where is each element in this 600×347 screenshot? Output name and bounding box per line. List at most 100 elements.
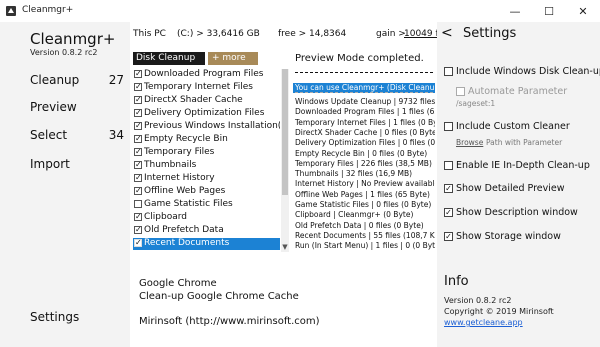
checkbox[interactable] [444,67,453,76]
checkbox[interactable]: ✓ [134,83,142,91]
cleanup-item[interactable]: ✓ Clipboard [133,212,280,224]
preview-line: Windows Update Cleanup | 9732 files (213 [295,97,435,106]
info-link[interactable]: www.getcleane.app [444,318,523,327]
cleanup-item-label: Downloaded Program Files [144,69,264,79]
checkbox[interactable]: ✓ [134,213,142,221]
cleanup-list: ✓ Downloaded Program Files ✓ Temporary Inte… [133,69,280,252]
sageset-field[interactable]: /sageset:1 [456,99,495,108]
cleanup-item-label: Thumbnails [144,160,197,170]
preview-line: Offline Web Pages | 1 files (65 Byte) [295,189,430,199]
info-version: Version 0.8.2 rc2 [444,296,512,305]
cleanup-item[interactable]: ✓ Previous Windows Installation(s) [133,121,280,133]
preview-line: Empty Recycle Bin | 0 files (0 Byte) [295,148,428,158]
checkbox[interactable] [134,200,142,208]
broom-icon [6,6,16,16]
list-scrollbar[interactable]: ▼ [281,69,289,252]
nav-select-count: 34 [108,128,124,142]
arrow-left-icon[interactable]: < [441,25,453,41]
checkbox[interactable]: ✓ [134,187,142,195]
gain-label: gain > [376,29,406,39]
settings-panel: < Settings Include Windows Disk Clean-up… [437,22,600,347]
sidebar: Cleanmgr+ Version 0.8.2 rc2 Cleanup 27 P… [0,22,130,347]
cleanup-item-label: Temporary Internet Files [144,82,253,92]
settings-option-label: Automate Parameter [468,86,568,97]
checkbox[interactable]: ✓ [134,148,142,156]
preview-line: Old Prefetch Data | 0 files (0 Byte) [295,220,424,230]
checkbox[interactable]: ✓ [134,226,142,234]
more-button[interactable]: + more [208,52,258,65]
cleanup-item[interactable]: ✓ Empty Recycle Bin [133,134,280,146]
cleanup-item[interactable]: Game Statistic Files [133,199,280,211]
minimize-button[interactable]: — [498,0,532,22]
preview-output: You can use Cleanmgr+ (Disk Cleanup data… [293,72,435,254]
checkbox[interactable]: ✓ [134,161,142,169]
checkbox[interactable] [444,122,453,131]
settings-title: Settings [463,26,517,41]
cleanup-item-label: Game Statistic Files [144,199,233,209]
app-version: Version 0.8.2 rc2 [30,48,98,57]
cleanup-item[interactable]: ✓ Internet History [133,173,280,185]
preview-status: Preview Mode completed. [295,53,424,64]
storage-stats: This PC (C:) > 33,6416 GB free > 14,8364… [133,29,444,43]
scroll-thumb[interactable] [282,69,288,195]
cleanup-item[interactable]: ✓ Delivery Optimization Files [133,108,280,120]
cleanup-item[interactable]: ✓ Old Prefetch Data [133,225,280,237]
cleanup-item[interactable]: ✓ Temporary Files [133,147,280,159]
cleanup-item-label: Internet History [144,173,215,183]
nav-cleanup[interactable]: Cleanup 27 [30,73,124,87]
checkbox[interactable]: ✓ [134,109,142,117]
close-button[interactable]: ✕ [566,0,600,22]
preview-line: Downloaded Program Files | 1 files (65 B… [295,107,435,117]
cleanup-item[interactable]: ✓ Downloaded Program Files [133,69,280,81]
nav-import-label: Import [30,157,70,171]
settings-option-label: Show Detailed Preview [456,183,565,194]
checkbox[interactable]: ✓ [134,239,142,247]
cleanup-item-label: Empty Recycle Bin [144,134,228,144]
nav-import[interactable]: Import [30,157,124,171]
checkbox[interactable]: ✓ [444,208,453,217]
preview-line: Clipboard | Cleanmgr+ (0 Byte) [295,210,414,220]
nav-settings-label: Settings [30,310,80,324]
cleanup-item[interactable]: ✓ Thumbnails [133,160,280,172]
nav-select-label: Select [30,128,68,142]
scroll-down-arrow-icon[interactable]: ▼ [281,243,289,251]
nav-cleanup-count: 27 [108,73,124,87]
settings-option-label: Show Storage window [456,231,561,242]
cleanup-item[interactable]: ✓ Recent Documents [133,238,280,250]
cleanup-item-label: Previous Windows Installation(s) [144,121,280,131]
checkbox[interactable]: ✓ [444,232,453,241]
checkbox[interactable]: ✓ [444,184,453,193]
browse-link[interactable]: Browse [456,138,483,147]
nav-settings[interactable]: Settings [30,310,124,324]
cleanup-item-label: Temporary Files [144,147,215,157]
nav-cleanup-label: Cleanup [30,73,80,87]
checkbox[interactable]: ✓ [134,70,142,78]
preview-line: Recent Documents | 55 files (108,7 KB) [295,230,435,240]
nav-select[interactable]: Select 34 [30,128,124,142]
browse-hint: Path with Parameter [486,138,563,147]
maximize-button[interactable]: ☐ [532,0,566,22]
window-title: Cleanmgr+ [22,5,74,15]
cleanup-item[interactable]: ✓ Offline Web Pages [133,186,280,198]
info-copyright: Copyright © 2019 Mirinsoft [444,307,554,316]
cleanup-item[interactable]: ✓ DirectX Shader Cache [133,95,280,107]
preview-line: Temporary Internet Files | 1 files (0 By… [295,117,435,127]
checkbox[interactable]: ✓ [134,135,142,143]
checkbox[interactable]: ✓ [134,96,142,104]
settings-option-label: Enable IE In-Depth Clean-up [456,160,590,171]
disk-cleanup-label: Disk Cleanup [133,52,205,65]
checkbox[interactable]: ✓ [134,174,142,182]
title-bar: Cleanmgr+ — ☐ ✕ [0,0,600,22]
cleanup-item-label: Clipboard [144,212,187,222]
preview-line: Temporary Files | 226 files (38,5 MB) [295,158,432,168]
description-subtitle: Clean-up Google Chrome Cache [139,291,299,302]
checkbox[interactable] [456,87,465,96]
free-space: free > 14,8364 [278,29,347,39]
checkbox[interactable]: ✓ [134,122,142,130]
cleanup-item-label: Recent Documents [144,238,230,248]
nav-preview[interactable]: Preview [30,100,124,114]
checkbox[interactable] [444,161,453,170]
cleanup-item[interactable]: ✓ Temporary Internet Files [133,82,280,94]
divider [295,92,433,93]
drive-size: (C:) > 33,6416 GB [177,29,260,39]
